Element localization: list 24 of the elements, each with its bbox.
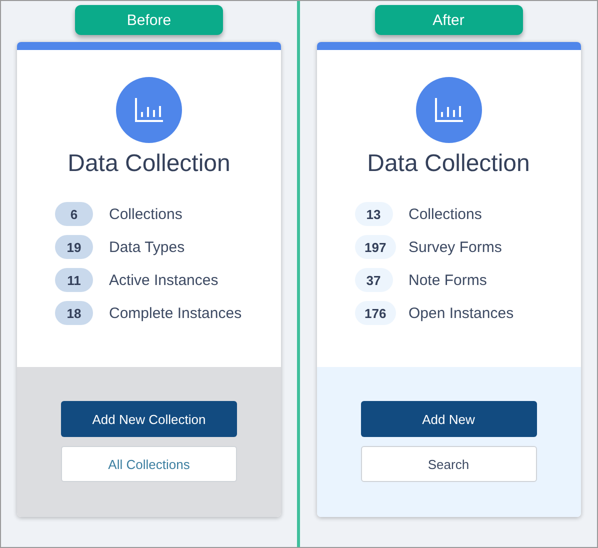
count-badge: 18 [55,301,93,325]
secondary-button[interactable]: All Collections [61,446,237,482]
card-title: Data Collection [68,149,230,179]
stat-label: Open Instances [408,304,514,322]
count-badge: 197 [354,235,396,259]
stat-label: Survey Forms [408,238,502,256]
stat-label: Active Instances [109,272,218,288]
add-button[interactable]: Add New Collection [61,401,237,437]
card-title: Data Collection [367,149,530,179]
stat-label: Note Forms [408,272,487,288]
panel-label: After [374,5,522,35]
stat-label: Collections [109,206,182,222]
panel-label: Before [75,5,223,35]
stat-label: Complete Instances [109,304,242,322]
count-badge: 6 [55,202,93,226]
count-badge: 176 [354,301,396,325]
count-badge: 37 [354,268,392,292]
stat-label: Data Types [109,238,185,256]
count-badge: 11 [55,268,93,292]
add-button[interactable]: Add New [360,401,536,437]
stat-label: Collections [408,206,482,222]
count-badge: 19 [55,235,93,259]
secondary-button[interactable]: Search [360,446,536,482]
count-badge: 13 [354,202,392,226]
